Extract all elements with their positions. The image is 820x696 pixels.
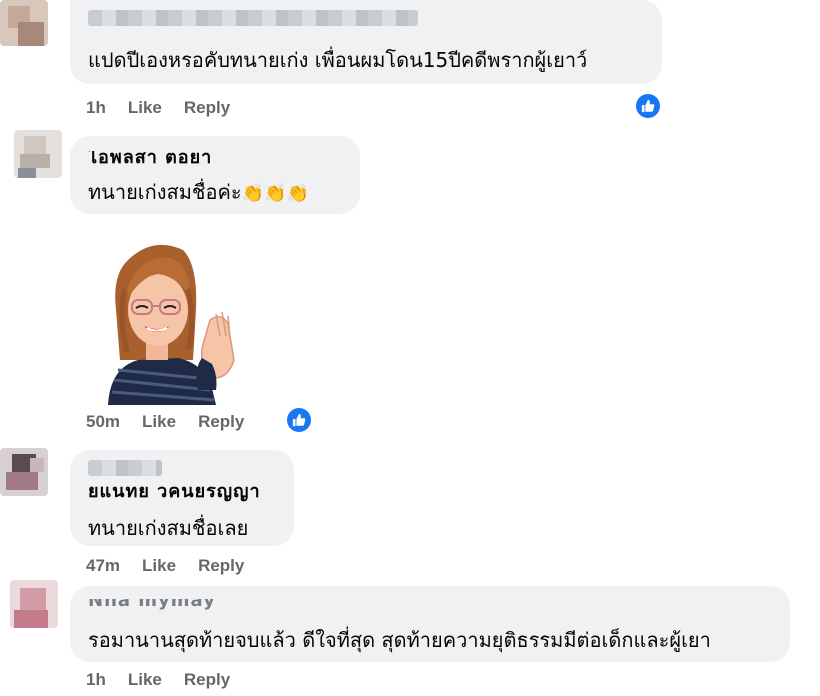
blurred-author-name[interactable] [88, 460, 162, 476]
comment-timestamp[interactable]: 47m [86, 556, 120, 575]
comment-text: รอมานานสุดท้ายจบแล้ว ดีใจที่สุด สุดท้ายค… [88, 628, 711, 652]
like-link[interactable]: Like [142, 412, 176, 431]
commenter-avatar[interactable] [10, 580, 58, 628]
like-link[interactable]: Like [128, 98, 162, 117]
reply-link[interactable]: Reply [184, 98, 230, 117]
thumbs-up-icon [641, 99, 655, 113]
clapping-hands-emoji: 👏 [286, 183, 309, 204]
blurred-author-name[interactable] [88, 10, 418, 26]
like-reaction-badge[interactable] [285, 406, 313, 434]
comment-bubble: ยแนทย วคนยรญญา ทนายเก่งสมชื่อเลย [70, 450, 294, 546]
comment-timestamp[interactable]: 50m [86, 412, 120, 431]
commenter-avatar[interactable] [14, 130, 62, 178]
reply-link[interactable]: Reply [198, 412, 244, 431]
thumbs-up-icon [292, 413, 306, 427]
comment-author-name[interactable]: ยแนทย วคนยรญญา [88, 485, 261, 505]
reply-link[interactable]: Reply [184, 670, 230, 689]
comment-text: ทนายเก่งสมชื่อเลย [88, 516, 249, 540]
reply-link[interactable]: Reply [198, 556, 244, 575]
comment-author-name[interactable]: Nna mymay [88, 599, 216, 611]
avatar-clapping-sticker[interactable] [98, 240, 248, 405]
comment-actions: 1h Like Reply [86, 98, 252, 118]
comment-bubble: แปดปีเองหรอคับทนายเก่ง เพื่อนผมโดน15ปีคด… [70, 0, 662, 84]
comment-bubble: Nna mymay รอมานานสุดท้ายจบแล้ว ดีใจที่สุ… [70, 586, 790, 662]
comment-text: ทนายเก่งสมชื่อค่ะ👏👏👏 [88, 176, 309, 208]
comment-timestamp[interactable]: 1h [86, 98, 106, 117]
comment-actions: 1h Like Reply [86, 670, 252, 690]
comment-author-name[interactable]: ไอพลสา ตอยา [88, 151, 212, 171]
commenter-avatar[interactable] [0, 448, 48, 496]
comment-text: แปดปีเองหรอคับทนายเก่ง เพื่อนผมโดน15ปีคด… [88, 48, 588, 72]
comment-actions: 50m Like Reply [86, 412, 266, 432]
clapping-hands-emoji: 👏 [264, 183, 287, 204]
comment-timestamp[interactable]: 1h [86, 670, 106, 689]
clapping-hands-emoji: 👏 [241, 183, 265, 204]
like-link[interactable]: Like [128, 670, 162, 689]
like-reaction-badge[interactable] [634, 92, 662, 120]
comment-actions: 47m Like Reply [86, 556, 266, 576]
comment-text-body: ทนายเก่งสมชื่อค่ะ [88, 180, 242, 204]
like-link[interactable]: Like [142, 556, 176, 575]
commenter-avatar[interactable] [0, 0, 48, 46]
comment-bubble: ไอพลสา ตอยา ทนายเก่งสมชื่อค่ะ👏👏👏 [70, 136, 360, 214]
